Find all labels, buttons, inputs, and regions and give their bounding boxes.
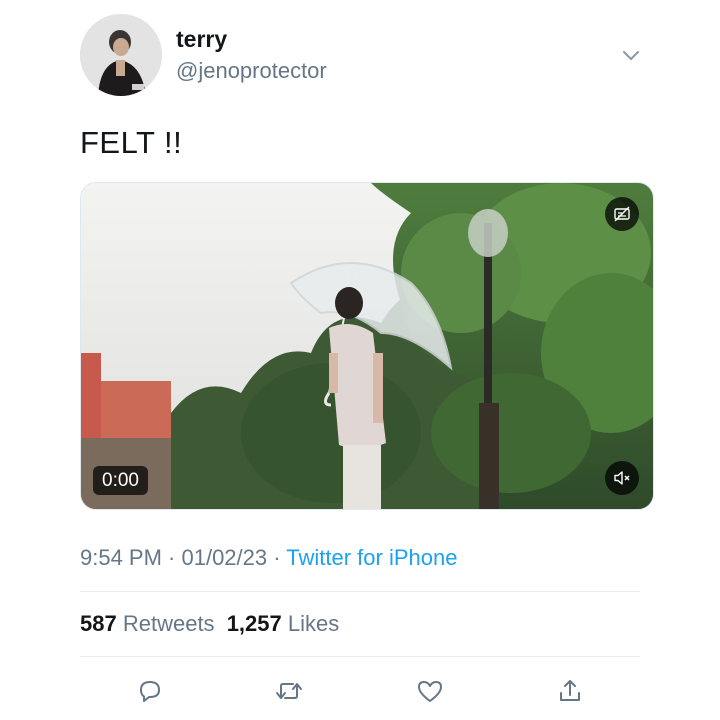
- retweet-button[interactable]: [274, 676, 304, 706]
- tweet-meta: 9:54 PM · 01/02/23 · Twitter for iPhone: [80, 545, 457, 571]
- video-duration: 0:00: [93, 466, 148, 495]
- chevron-down-icon[interactable]: [620, 44, 642, 66]
- avatar-photo: [80, 14, 162, 96]
- divider: [80, 591, 640, 592]
- captions-off-icon: [614, 206, 630, 222]
- video-frame: [81, 183, 653, 509]
- like-count[interactable]: 1,257: [227, 611, 282, 636]
- share-icon: [560, 680, 580, 701]
- share-button[interactable]: [555, 676, 585, 706]
- video-player[interactable]: 0:00: [80, 182, 654, 510]
- reply-icon: [140, 681, 160, 702]
- source-link[interactable]: Twitter for iPhone: [286, 545, 457, 570]
- retweets-label[interactable]: Retweets: [123, 611, 215, 636]
- reply-button[interactable]: [135, 676, 165, 706]
- captions-button[interactable]: [605, 197, 639, 231]
- timestamp[interactable]: 9:54 PM · 01/02/23 ·: [80, 545, 286, 570]
- like-button[interactable]: [415, 676, 445, 706]
- user-handle[interactable]: @jenoprotector: [176, 60, 327, 82]
- retweet-count[interactable]: 587: [80, 611, 117, 636]
- retweet-icon: [276, 683, 302, 699]
- tweet-text: FELT !!: [80, 125, 183, 160]
- avatar[interactable]: [80, 14, 162, 96]
- engagement-stats: 587 Retweets 1,257 Likes: [80, 611, 339, 637]
- volume-muted-icon: [614, 471, 630, 485]
- likes-label[interactable]: Likes: [288, 611, 339, 636]
- heart-icon: [418, 681, 442, 702]
- display-name[interactable]: terry: [176, 28, 227, 51]
- mute-button[interactable]: [605, 461, 639, 495]
- tweet-detail: terry @jenoprotector FELT !! 0:00 9:54 P…: [0, 0, 720, 720]
- divider: [80, 656, 640, 657]
